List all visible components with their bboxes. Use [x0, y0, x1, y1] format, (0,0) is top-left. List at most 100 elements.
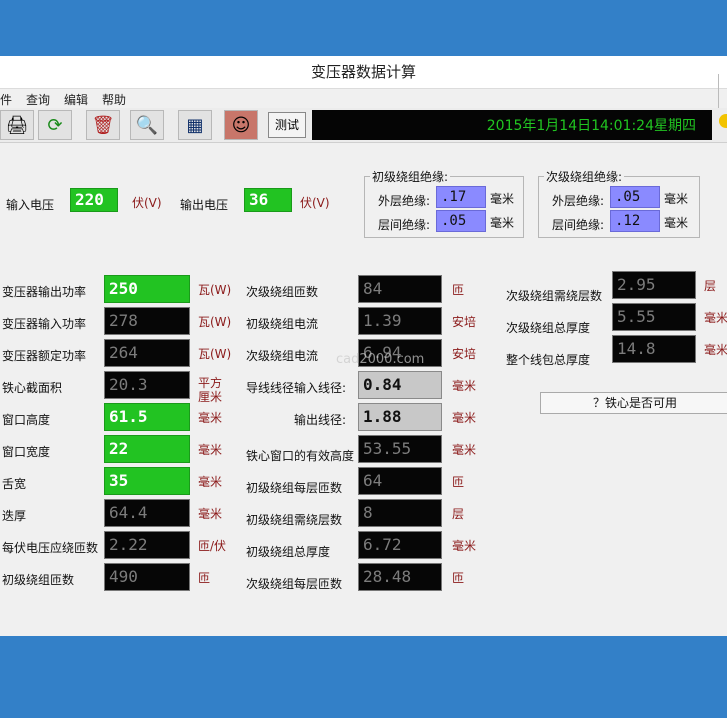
primary-insulation-legend: 初级绕组绝缘:	[370, 168, 451, 185]
primary-inter-label: 层间绝缘:	[378, 218, 431, 232]
secondary-outer-unit: 毫米	[664, 192, 689, 206]
menu-query[interactable]: 查询	[26, 91, 50, 108]
right-field-unit: 层	[704, 279, 717, 293]
magnifier-icon[interactable]: 🔍	[130, 110, 164, 140]
menu-help[interactable]: 帮助	[102, 91, 126, 108]
left-field-label: 初级绕组匝数	[2, 573, 75, 587]
tongue-width-input[interactable]: 35	[104, 467, 190, 495]
core-area-value: 20.3	[104, 371, 190, 399]
voltage-out-input[interactable]: 36	[244, 188, 292, 212]
middle-field-label: 初级绕组每层匝数	[246, 481, 343, 495]
left-field-unit: 毫米	[198, 411, 223, 425]
left-field-label: 变压器输入功率	[2, 317, 87, 331]
rated-power-value: 264	[104, 339, 190, 367]
secondary-inter-label: 层间绝缘:	[552, 218, 605, 232]
middle-field-label: 次级绕组每层匝数	[246, 577, 343, 591]
output-power-input[interactable]: 250	[104, 275, 190, 303]
primary-turns-per-layer-value: 64	[358, 467, 442, 495]
app-window: 变压器数据计算 件 查询 编辑 帮助 🖨 ⟳ 🗑 🔍 ▦ ☺ 测试 2015年1…	[0, 56, 727, 636]
secondary-turns-value: 84	[358, 275, 442, 303]
recycle-bin-icon[interactable]: 🗑	[86, 110, 120, 140]
primary-inter-input[interactable]: .05	[436, 210, 486, 232]
middle-field-label: 输出线径:	[294, 413, 347, 427]
window-title: 变压器数据计算	[310, 63, 416, 81]
primary-outer-label: 外层绝缘:	[378, 194, 431, 208]
status-indicator-icon	[719, 114, 727, 128]
left-field-label: 窗口高度	[2, 413, 51, 427]
input-power-value: 278	[104, 307, 190, 335]
voltage-out-unit: 伏(V)	[300, 196, 330, 210]
secondary-insulation-legend: 次级绕组绝缘:	[544, 168, 625, 185]
datetime-text: 2015年1月14日14:01:24星期四	[486, 118, 696, 134]
coil-total-thickness-value: 14.8	[612, 335, 696, 363]
primary-turns-value: 490	[104, 563, 190, 591]
left-field-unit: 匝/伏	[198, 539, 227, 553]
window-height-input[interactable]: 61.5	[104, 403, 190, 431]
voltage-in-input[interactable]: 220	[70, 188, 118, 212]
voltage-in-label: 输入电压	[6, 198, 55, 212]
left-field-unit: 平方 厘米	[198, 376, 223, 404]
left-field-label: 变压器额定功率	[2, 349, 87, 363]
window-width-input[interactable]: 22	[104, 435, 190, 463]
left-field-unit: 瓦(W)	[198, 315, 232, 329]
calculator-icon[interactable]: ▦	[178, 110, 212, 140]
middle-field-unit: 安培	[452, 347, 477, 361]
voltage-in-unit: 伏(V)	[132, 196, 162, 210]
left-field-label: 铁心截面积	[2, 381, 63, 395]
left-field-unit: 瓦(W)	[198, 347, 232, 361]
right-field-label: 次级绕组总厚度	[506, 321, 591, 335]
middle-field-unit: 层	[452, 507, 465, 521]
primary-layers-value: 8	[358, 499, 442, 527]
effective-window-height-value: 53.55	[358, 435, 442, 463]
character-portrait-icon[interactable]: ☺	[224, 110, 258, 140]
left-field-unit: 毫米	[198, 475, 223, 489]
left-field-label: 变压器输出功率	[2, 285, 87, 299]
primary-inter-unit: 毫米	[490, 216, 515, 230]
menu-file[interactable]: 件	[0, 91, 12, 108]
right-field-unit: 毫米	[704, 311, 727, 325]
secondary-turns-per-layer-value: 28.48	[358, 563, 442, 591]
core-usable-check-button[interactable]: ？铁心是否可用	[540, 392, 727, 414]
output-wire-diameter-value: 1.88	[358, 403, 442, 431]
printer-icon[interactable]: 🖨	[0, 110, 34, 140]
middle-field-unit: 毫米	[452, 411, 477, 425]
left-field-unit: 匝	[198, 571, 211, 585]
left-field-label: 舌宽	[2, 477, 27, 491]
middle-field-label: 初级绕组需绕层数	[246, 513, 343, 527]
secondary-inter-input[interactable]: .12	[610, 210, 660, 232]
primary-current-value: 1.39	[358, 307, 442, 335]
menu-edit[interactable]: 编辑	[64, 91, 88, 108]
test-button[interactable]: 测试	[268, 112, 307, 138]
clock-display: 2015年1月14日14:01:24星期四	[312, 110, 712, 140]
secondary-outer-input[interactable]: .05	[610, 186, 660, 208]
left-field-unit: 毫米	[198, 443, 223, 457]
middle-field-label: 初级绕组总厚度	[246, 545, 331, 559]
left-field-label: 迭厚	[2, 509, 27, 523]
secondary-layers-value: 2.95	[612, 271, 696, 299]
turns-per-volt-value: 2.22	[104, 531, 190, 559]
title-bar: 变压器数据计算	[0, 56, 727, 114]
primary-outer-input[interactable]: .17	[436, 186, 486, 208]
secondary-total-thickness-value: 5.55	[612, 303, 696, 331]
refresh-icon[interactable]: ⟳	[38, 110, 72, 140]
left-field-unit: 毫米	[198, 507, 223, 521]
right-field-label: 次级绕组需绕层数	[506, 289, 603, 303]
left-field-unit: 瓦(W)	[198, 283, 232, 297]
right-field-label: 整个线包总厚度	[506, 353, 591, 367]
stack-thickness-value: 64.4	[104, 499, 190, 527]
secondary-inter-unit: 毫米	[664, 216, 689, 230]
menu-bar: 件 查询 编辑 帮助	[0, 90, 727, 108]
middle-field-unit: 匝	[452, 571, 465, 585]
left-field-label: 窗口宽度	[2, 445, 51, 459]
middle-field-unit: 匝	[452, 475, 465, 489]
primary-outer-unit: 毫米	[490, 192, 515, 206]
middle-field-label: 次级绕组匝数	[246, 285, 319, 299]
middle-field-label: 铁心窗口的有效高度	[246, 449, 355, 463]
middle-field-unit: 毫米	[452, 379, 477, 393]
secondary-outer-label: 外层绝缘:	[552, 194, 605, 208]
middle-field-unit: 安培	[452, 315, 477, 329]
middle-field-label: 初级绕组电流	[246, 317, 319, 331]
primary-total-thickness-value: 6.72	[358, 531, 442, 559]
left-field-label: 每伏电压应绕匝数	[2, 541, 99, 555]
voltage-out-label: 输出电压	[180, 198, 229, 212]
